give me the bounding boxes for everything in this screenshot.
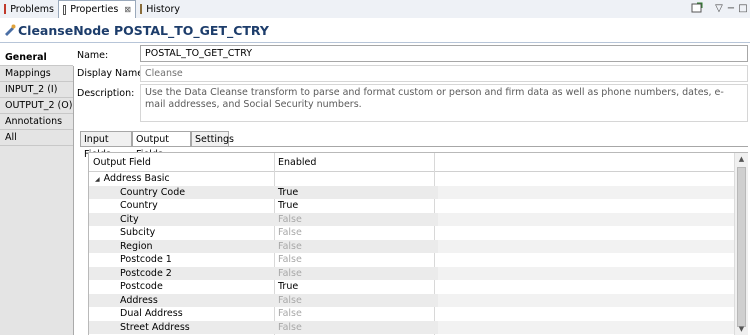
enabled-cell[interactable]: False: [274, 212, 438, 226]
description-label: Description:: [77, 88, 135, 99]
table-row-group[interactable]: ◢ Address Basic: [89, 172, 735, 186]
expand-triangle-icon[interactable]: ◢: [95, 176, 100, 183]
category-general[interactable]: General: [0, 50, 73, 66]
tab-properties-label: Properties: [70, 4, 119, 15]
table-header: Output Field Enabled: [89, 153, 735, 172]
table-row[interactable]: Postcode 2 False: [89, 266, 735, 280]
scroll-down-icon[interactable]: ▼: [735, 323, 748, 335]
name-field[interactable]: POSTAL_TO_GET_CTRY: [140, 45, 748, 62]
category-mappings[interactable]: Mappings: [0, 66, 73, 82]
tab-properties[interactable]: Properties ⊠: [58, 0, 136, 18]
display-name-field[interactable]: Cleanse: [140, 65, 748, 82]
properties-icon: [63, 4, 67, 15]
enabled-cell[interactable]: True: [274, 280, 438, 294]
name-label: Name:: [77, 50, 109, 61]
category-background: [0, 146, 73, 335]
tab-history[interactable]: History: [136, 1, 184, 17]
table-row[interactable]: Postcode 1 False: [89, 253, 735, 267]
output-field-cell: Subcity: [120, 227, 156, 238]
enabled-cell[interactable]: False: [274, 320, 438, 334]
table-row[interactable]: Dual Address False: [89, 307, 735, 321]
output-field-cell: Country: [120, 200, 158, 211]
problems-icon: [4, 4, 7, 14]
table-row[interactable]: Street Address False: [89, 320, 735, 334]
divider: [80, 146, 748, 147]
group-label: Address Basic: [103, 173, 170, 184]
enabled-cell[interactable]: False: [274, 253, 438, 267]
pin-icon[interactable]: [690, 2, 704, 16]
tab-settings[interactable]: Settings: [191, 131, 234, 146]
scroll-thumb[interactable]: [737, 167, 746, 327]
page-title: CleanseNode POSTAL_TO_GET_CTRY: [18, 23, 269, 38]
output-fields-table: Output Field Enabled ◢ Address Basic Count…: [88, 152, 748, 335]
divider: [0, 42, 750, 43]
output-field-cell: Country Code: [89, 185, 274, 199]
view-tab-bar: Problems Properties ⊠ History ▽ − □: [0, 0, 750, 19]
category-input[interactable]: INPUT_2 (I): [0, 82, 73, 98]
enabled-cell[interactable]: True: [274, 199, 438, 213]
column-header-enabled[interactable]: Enabled: [278, 157, 316, 168]
page-title-bar: CleanseNode POSTAL_TO_GET_CTRY: [0, 18, 750, 44]
tab-problems[interactable]: Problems: [0, 1, 58, 17]
table-row[interactable]: Country True: [89, 199, 735, 213]
table-row[interactable]: Subcity False: [89, 226, 735, 240]
enabled-cell[interactable]: False: [274, 226, 438, 240]
cleanse-node-icon: [4, 24, 16, 36]
description-field[interactable]: Use the Data Cleanse transform to parse …: [140, 84, 748, 122]
table-row[interactable]: Region False: [89, 239, 735, 253]
divider: [73, 66, 74, 335]
maximize-icon[interactable]: □: [736, 2, 750, 16]
column-header-output-field[interactable]: Output Field: [93, 157, 151, 168]
tab-input-fields[interactable]: Input Fields: [80, 131, 132, 160]
category-annotations[interactable]: Annotations: [0, 114, 73, 130]
tab-history-label: History: [146, 3, 180, 15]
enabled-cell[interactable]: False: [274, 293, 438, 307]
display-name-label: Display Name:: [77, 68, 147, 79]
output-field-cell: Postcode: [120, 281, 163, 292]
enabled-cell[interactable]: True: [274, 185, 438, 199]
output-field-cell: Street Address: [89, 320, 274, 334]
output-field-cell: Region: [89, 239, 274, 253]
output-field-cell: Address: [89, 293, 274, 307]
output-field-cell: City: [89, 212, 274, 226]
close-icon[interactable]: ⊠: [124, 5, 131, 14]
enabled-cell[interactable]: False: [274, 307, 438, 321]
output-field-cell: Postcode 1: [120, 254, 172, 265]
output-field-cell: Dual Address: [120, 308, 183, 319]
table-row[interactable]: Country Code True: [89, 185, 735, 199]
category-all[interactable]: All: [0, 130, 73, 146]
table-row[interactable]: City False: [89, 212, 735, 226]
history-icon: [140, 4, 143, 14]
scroll-up-icon[interactable]: ▲: [735, 153, 748, 165]
enabled-cell[interactable]: False: [274, 266, 438, 280]
tab-output-fields[interactable]: Output Fields: [132, 131, 191, 160]
tab-problems-label: Problems: [10, 3, 54, 15]
vertical-scrollbar[interactable]: ▲ ▼: [734, 153, 748, 335]
table-row[interactable]: Postcode True: [89, 280, 735, 294]
category-output[interactable]: OUTPUT_2 (O): [0, 98, 73, 114]
enabled-cell[interactable]: False: [274, 239, 438, 253]
output-field-cell: Postcode 2: [89, 266, 274, 280]
table-row[interactable]: Address False: [89, 293, 735, 307]
